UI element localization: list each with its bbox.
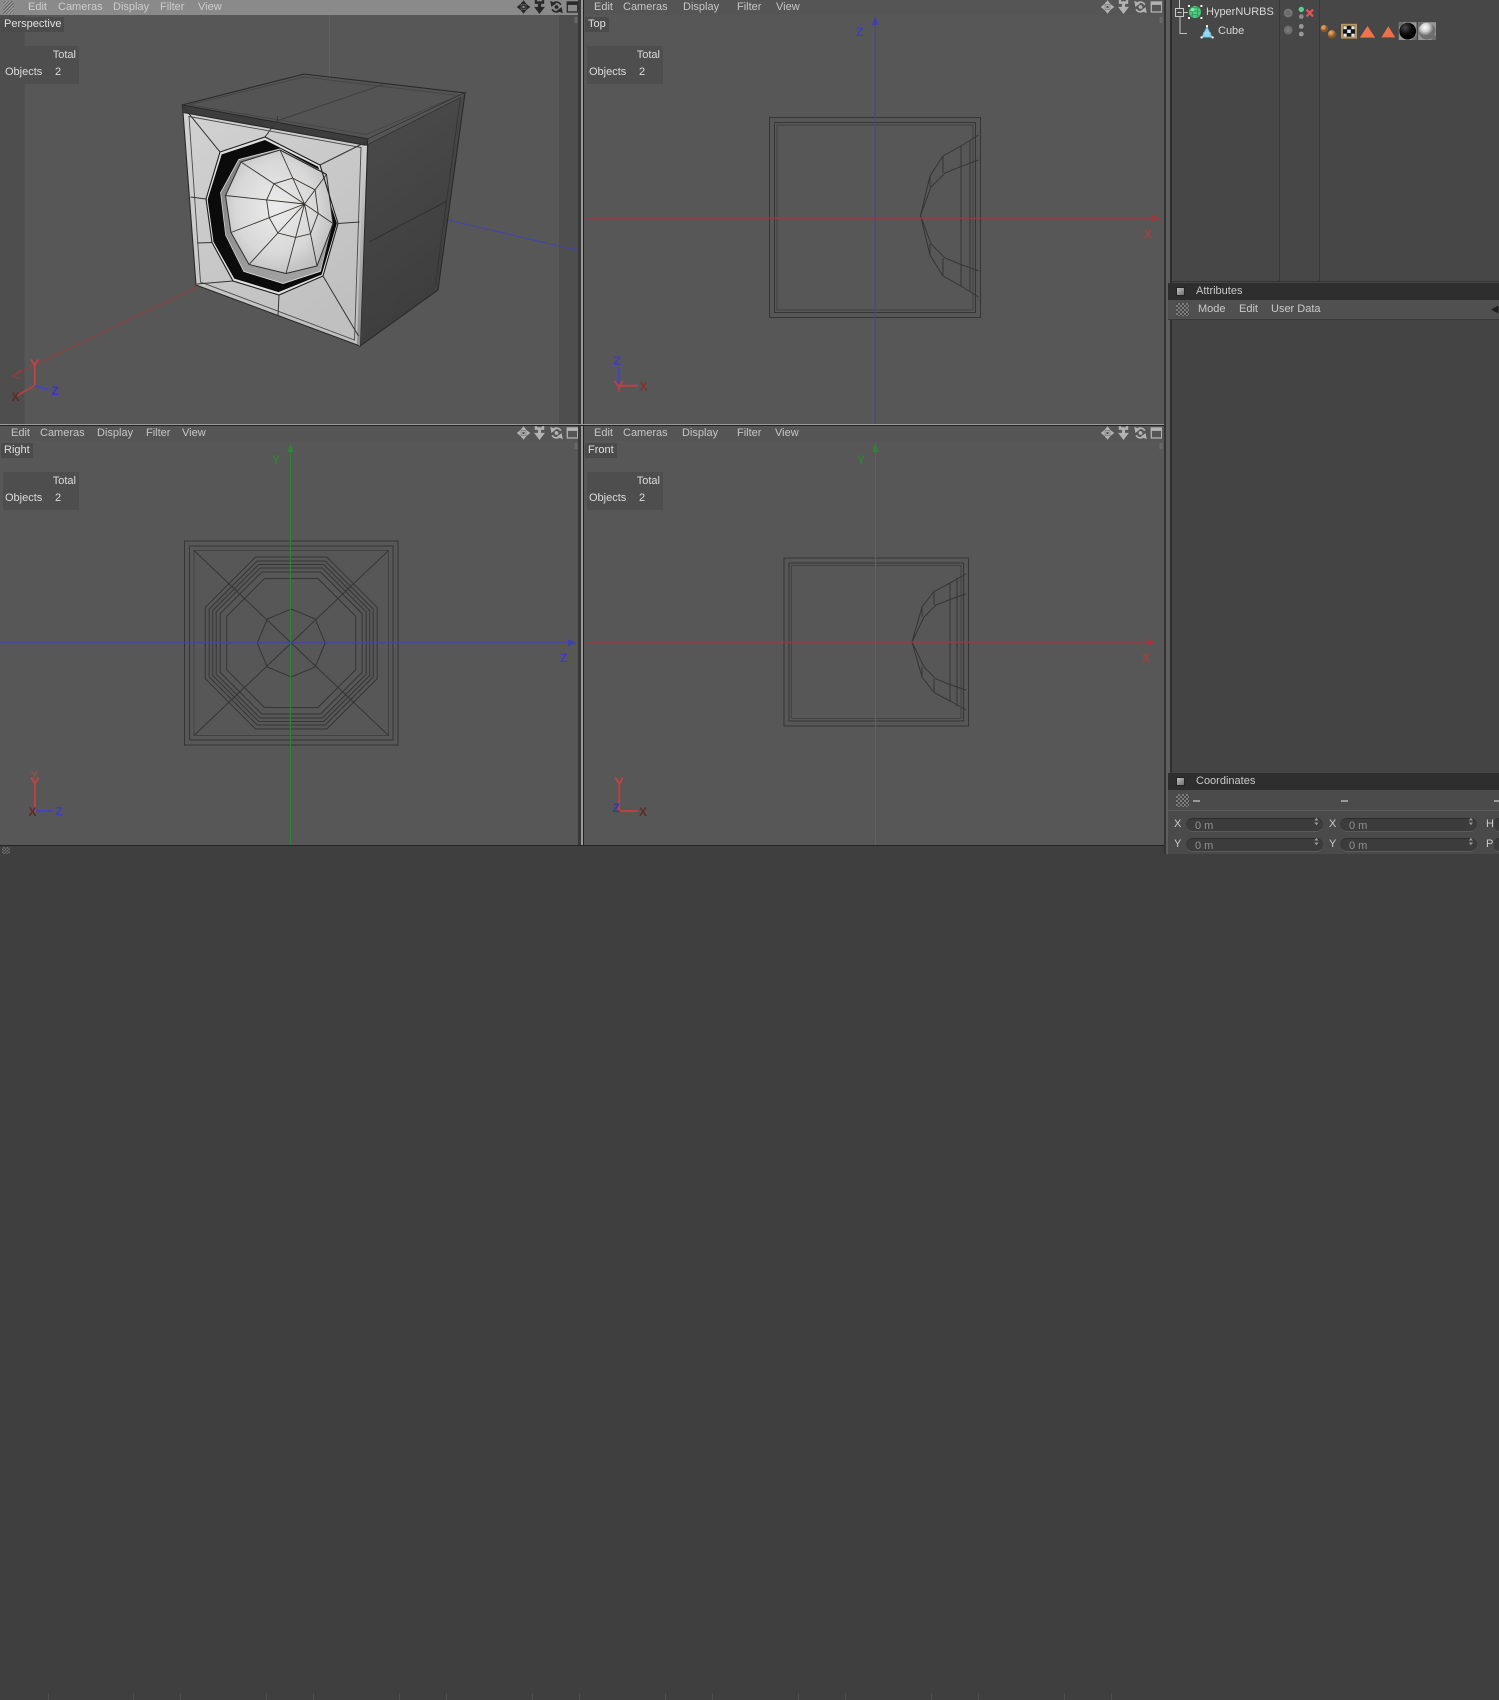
svg-text:Z: Z [614, 354, 621, 368]
svg-text:X: X [1144, 227, 1152, 241]
svg-text:X: X [640, 380, 648, 394]
svg-text:Y: Y [272, 453, 280, 467]
svg-text:X: X [29, 805, 37, 819]
svg-text:Z: Z [560, 651, 567, 665]
svg-text:X: X [639, 805, 647, 819]
svg-text:Z: Z [856, 25, 863, 39]
svg-text:X: X [12, 390, 20, 404]
svg-text:X: X [1142, 651, 1150, 665]
svg-text:Y: Y [857, 453, 865, 467]
svg-text:Y: Y [31, 768, 39, 782]
svg-text:Z: Z [52, 384, 59, 398]
svg-text:Z: Z [56, 805, 63, 819]
svg-text:Z: Z [613, 801, 620, 815]
